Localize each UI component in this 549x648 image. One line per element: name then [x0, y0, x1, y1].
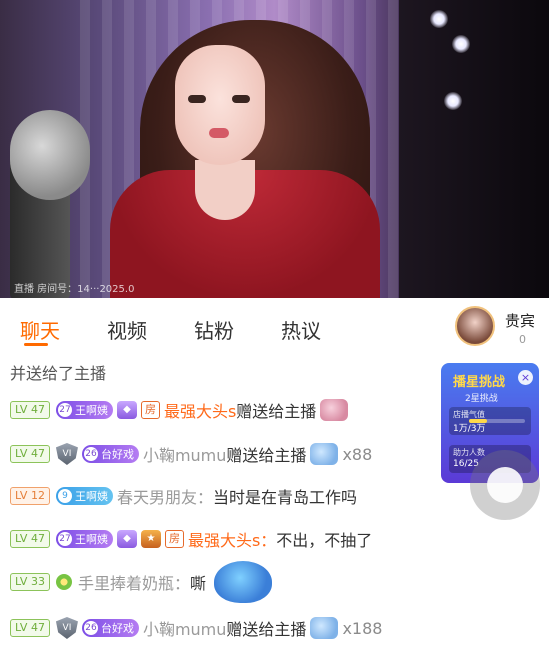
fan-club-name: 台好戏 [100, 448, 134, 461]
vip-avatar [455, 306, 495, 346]
level-badge: LV 47 [10, 401, 50, 419]
sticker-emoji-icon [213, 561, 272, 603]
popularity-card: 店播气值 1万/3万 [449, 407, 531, 435]
fan-club-badge: 27 王啊姨 [55, 530, 113, 548]
fan-club-badge: 27 王啊姨 [55, 401, 113, 419]
fan-club-badge: 26 台好戏 [81, 445, 139, 463]
eye [232, 95, 250, 103]
floating-assist-ball[interactable] [470, 450, 540, 520]
light-bulb [444, 92, 462, 110]
level-badge: LV 33 [10, 573, 50, 591]
message-text: 嘶 [189, 574, 206, 593]
fan-level: 26 [83, 621, 98, 635]
tab-hot-discussion[interactable]: 热议 [281, 315, 321, 344]
chat-message: LV 47 VI 26 台好戏 小鞠mumu 赠送给主播 x188 [10, 614, 382, 642]
message-text: 不出，不抽了 [276, 531, 373, 550]
noble-shield-icon: VI [55, 617, 78, 639]
username[interactable]: 小鞠mumu [143, 442, 226, 466]
chat-message: LV 47 27 王啊姨 ◆ ★ 房 最强大头s： 不出，不抽了 [10, 525, 372, 553]
gift-count: x88 [342, 444, 373, 464]
gift-icon [320, 399, 349, 421]
vip-count: 0 [519, 333, 526, 346]
tab-chat[interactable]: 聊天 [20, 315, 60, 344]
username[interactable]: 最强大头s [164, 398, 236, 422]
live-video-player[interactable]: 直播 房间号：14···2025.0 [0, 0, 549, 298]
fan-club-name: 台好戏 [100, 622, 134, 635]
chat-message: LV 12 9 王啊姨 春天男朋友： 当时是在青岛工作吗 [10, 482, 357, 510]
streamer-face [175, 45, 265, 165]
challenge-title: 播星挑战 [453, 375, 506, 390]
active-tab-indicator [24, 343, 48, 346]
gift-count: x188 [342, 618, 383, 638]
noble-shield-icon: VI [55, 443, 78, 465]
dark-curtain [399, 0, 549, 298]
microphone [10, 110, 90, 200]
username[interactable]: 春天男朋友： [117, 484, 213, 508]
flower-icon [55, 574, 72, 590]
diamond-icon: ◆ [116, 530, 137, 548]
level-badge: LV 47 [10, 445, 50, 463]
gift-icon [310, 617, 339, 639]
challenge-subtitle: 2星挑战 [465, 394, 498, 404]
room-manager-badge: 房 [140, 401, 160, 419]
streamer-neck [195, 160, 255, 220]
light-bulb [452, 35, 470, 53]
fan-club-name: 王啊姨 [74, 490, 108, 503]
message-text: 赠送给主播 [236, 402, 317, 421]
light-bulb [430, 10, 448, 28]
username[interactable]: 小鞠mumu [143, 616, 226, 640]
level-badge: LV 47 [10, 530, 50, 548]
popularity-value: 1万/3万 [453, 424, 486, 434]
lion-badge-icon: ★ [140, 530, 161, 548]
diamond-icon: ◆ [116, 401, 137, 419]
username[interactable]: 最强大头s： [188, 527, 276, 551]
chat-message: 并送给了主播 [10, 358, 106, 386]
username[interactable]: 手里捧着奶瓶： [78, 570, 190, 594]
fan-level: 27 [57, 532, 72, 546]
close-icon[interactable]: × [518, 370, 533, 385]
vip-button[interactable]: 贵宾 0 [455, 306, 547, 352]
gift-icon [310, 443, 339, 465]
tab-video[interactable]: 视频 [107, 315, 147, 344]
fan-club-badge: 9 王啊姨 [55, 487, 113, 505]
fan-level: 27 [57, 403, 72, 417]
fan-level: 26 [83, 447, 98, 461]
level-badge: LV 12 [10, 487, 50, 505]
supporters-label: 助力人数 [453, 448, 485, 457]
chat-message: LV 33 手里捧着奶瓶： 嘶 [10, 561, 272, 603]
room-manager-badge: 房 [164, 530, 184, 548]
lips [209, 128, 229, 138]
message-text: 赠送给主播 [226, 620, 307, 639]
chat-message: LV 47 VI 26 台好戏 小鞠mumu 赠送给主播 x88 [10, 440, 372, 468]
eye [188, 95, 206, 103]
fan-club-name: 王啊姨 [74, 404, 108, 417]
chat-message: LV 47 27 王啊姨 ◆ 房 最强大头s 赠送给主播 [10, 396, 352, 424]
fan-club-name: 王啊姨 [74, 533, 108, 546]
level-badge: LV 47 [10, 619, 50, 637]
tab-bar: 聊天 视频 钻粉 热议 贵宾 0 [0, 298, 549, 356]
video-watermark: 直播 房间号：14···2025.0 [14, 284, 135, 295]
message-text: 当时是在青岛工作吗 [212, 488, 357, 507]
message-text: 赠送给主播 [226, 446, 307, 465]
system-text: 并送给了主播 [10, 364, 107, 383]
tab-diamond-fans[interactable]: 钻粉 [194, 315, 234, 344]
fan-level: 9 [57, 489, 72, 503]
vip-label: 贵宾 [505, 312, 536, 330]
fan-club-badge: 26 台好戏 [81, 619, 139, 637]
